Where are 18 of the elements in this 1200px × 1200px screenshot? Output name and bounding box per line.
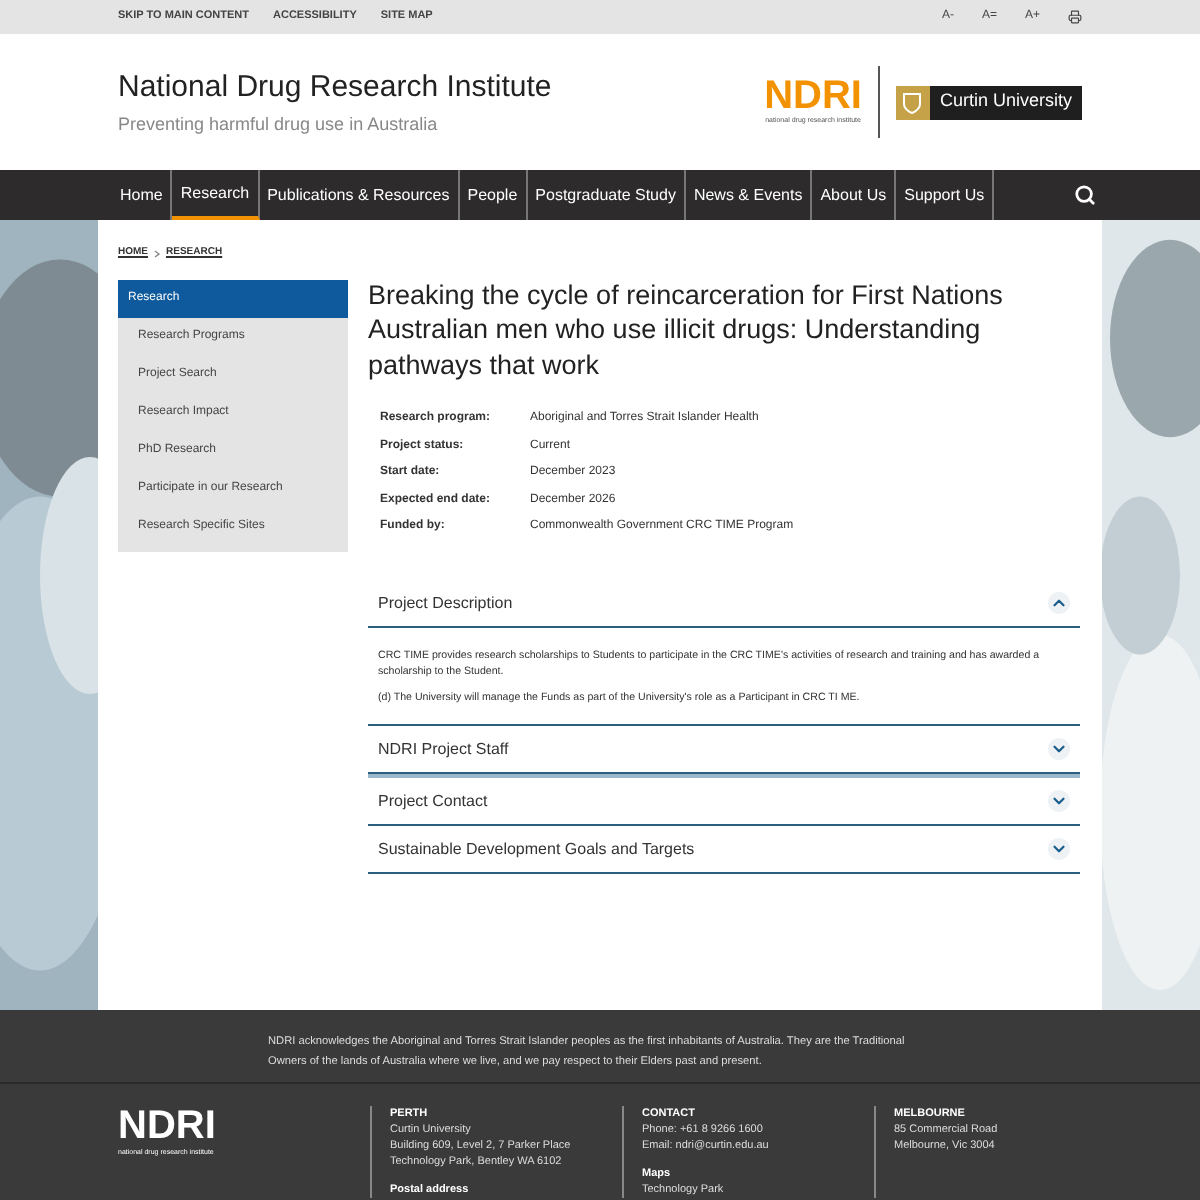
crest-icon [902, 91, 923, 113]
search-icon[interactable] [1074, 184, 1096, 206]
site-title: National Drug Research Institute [118, 68, 552, 108]
chevron-down-icon [1050, 740, 1068, 758]
chevron-down-icon [1050, 840, 1068, 858]
ndri-logo: NDRI [764, 76, 862, 117]
partner-name: Curtin University [937, 88, 1074, 115]
chevron-up-icon [1050, 594, 1068, 612]
accordion-header[interactable]: Project Description [368, 576, 1080, 626]
accordion-header[interactable]: Sustainable Development Goals and Targets [368, 826, 1080, 872]
print-icon[interactable] [1068, 10, 1082, 24]
footer-logo: NDRI [118, 1106, 216, 1146]
chevron-right-icon [154, 249, 160, 258]
site-tagline: Preventing harmful drug use in Australia [118, 111, 440, 138]
chevron-down-icon [1050, 792, 1068, 810]
page-title: Breaking the cycle of reincarceration for First Nations Australian men who use illicit drugs: Understanding pathways that work [368, 277, 1005, 382]
accordion-header[interactable]: NDRI Project Staff [368, 726, 1080, 772]
accordion-header[interactable]: Project Contact [368, 778, 1080, 824]
